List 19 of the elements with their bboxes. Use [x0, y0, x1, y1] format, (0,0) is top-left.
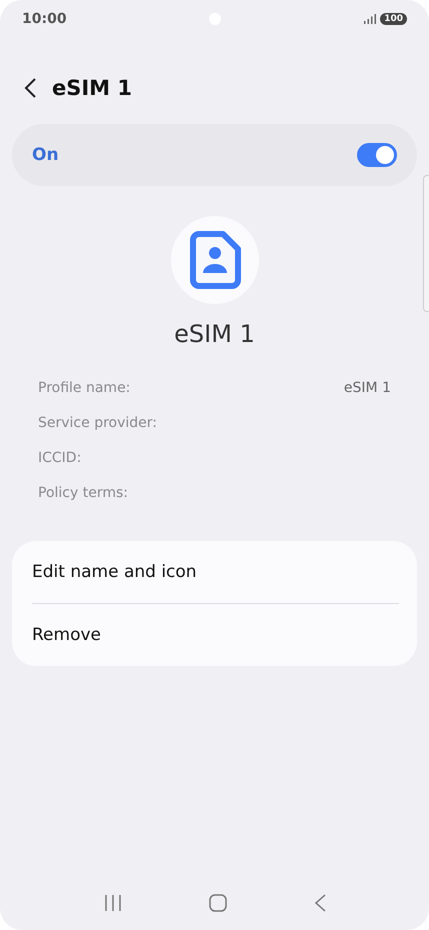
- scroll-handle[interactable]: [423, 175, 429, 312]
- page-title: eSIM 1: [52, 76, 132, 100]
- recent-apps-icon[interactable]: [104, 894, 122, 912]
- signal-icon: [364, 14, 376, 24]
- status-time: 10:00: [22, 11, 67, 27]
- menu-item[interactable]: Remove: [32, 603, 399, 666]
- profile-name: eSIM 1: [173, 320, 256, 348]
- detail-label: Service provider:: [38, 415, 157, 431]
- detail-label: ICCID:: [38, 450, 82, 466]
- detail-label: Policy terms:: [38, 485, 128, 501]
- back-icon[interactable]: [24, 78, 36, 98]
- detail-value: eSIM 1: [344, 380, 391, 396]
- toggle-switch[interactable]: [357, 143, 397, 167]
- menu-item[interactable]: Edit name and icon: [32, 541, 399, 603]
- detail-label: Profile name:: [38, 380, 130, 396]
- toggle-label: On: [32, 145, 59, 165]
- home-icon[interactable]: [208, 894, 226, 912]
- battery-level: 100: [380, 13, 407, 25]
- sim-contact-icon: [188, 231, 240, 289]
